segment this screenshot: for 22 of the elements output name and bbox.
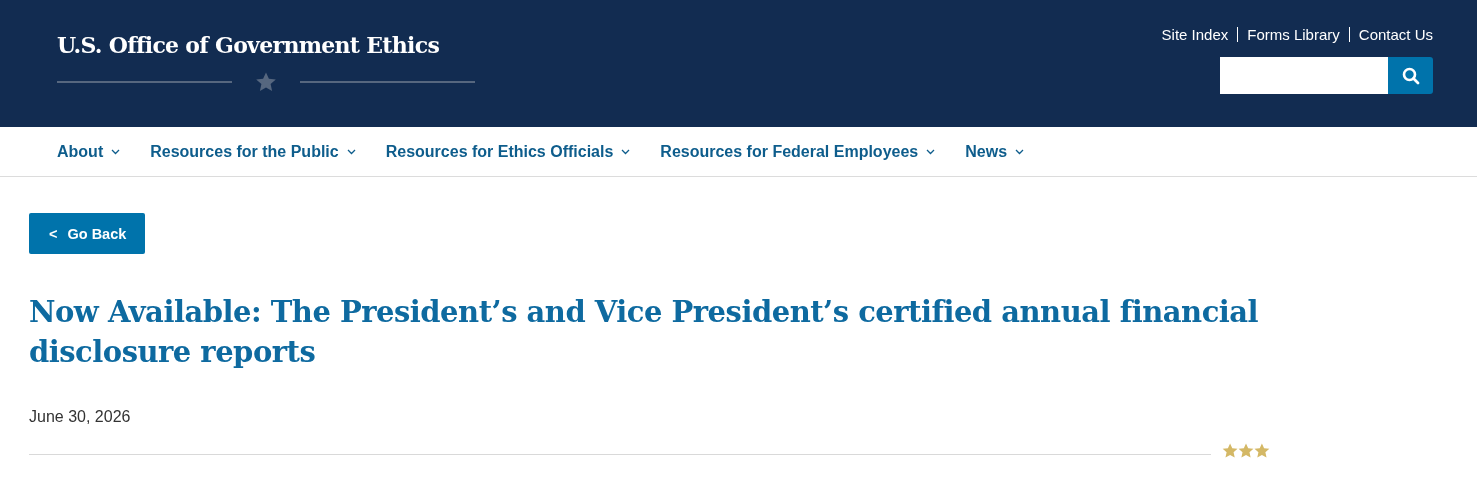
stars-icon	[1221, 442, 1271, 458]
search-icon	[1400, 65, 1421, 86]
search-button[interactable]	[1388, 57, 1433, 94]
nav-menu-item[interactable]: Resources for Federal Employees	[660, 142, 936, 161]
nav-menu-item[interactable]: Resources for the Public	[150, 142, 356, 161]
utility-link[interactable]: Forms Library	[1247, 26, 1340, 43]
chevron-down-icon	[1015, 148, 1025, 155]
search-field[interactable]	[1220, 57, 1388, 94]
chevron-down-icon	[926, 148, 936, 155]
article-date: June 30, 2026	[29, 408, 131, 426]
chevron-down-icon	[346, 148, 356, 155]
go-back-button[interactable]: < Go Back	[29, 213, 146, 254]
nav-menu-item[interactable]: Resources for Ethics Officials	[385, 142, 631, 161]
site-title[interactable]: U.S. Office of Government Ethics	[57, 30, 440, 60]
chevron-down-icon	[111, 148, 121, 155]
nav-menu-item[interactable]: News	[965, 142, 1025, 161]
chevron-down-icon	[621, 148, 631, 155]
article-title: Now Available: The President’s and Vice President’s certified annual financial disclosure reports	[29, 294, 1260, 371]
utility-link[interactable]: Contact Us	[1358, 26, 1433, 43]
nav-menu-item[interactable]: About	[57, 142, 121, 161]
utility-link[interactable]: Site Index	[1161, 26, 1229, 43]
star-icon	[256, 72, 276, 92]
